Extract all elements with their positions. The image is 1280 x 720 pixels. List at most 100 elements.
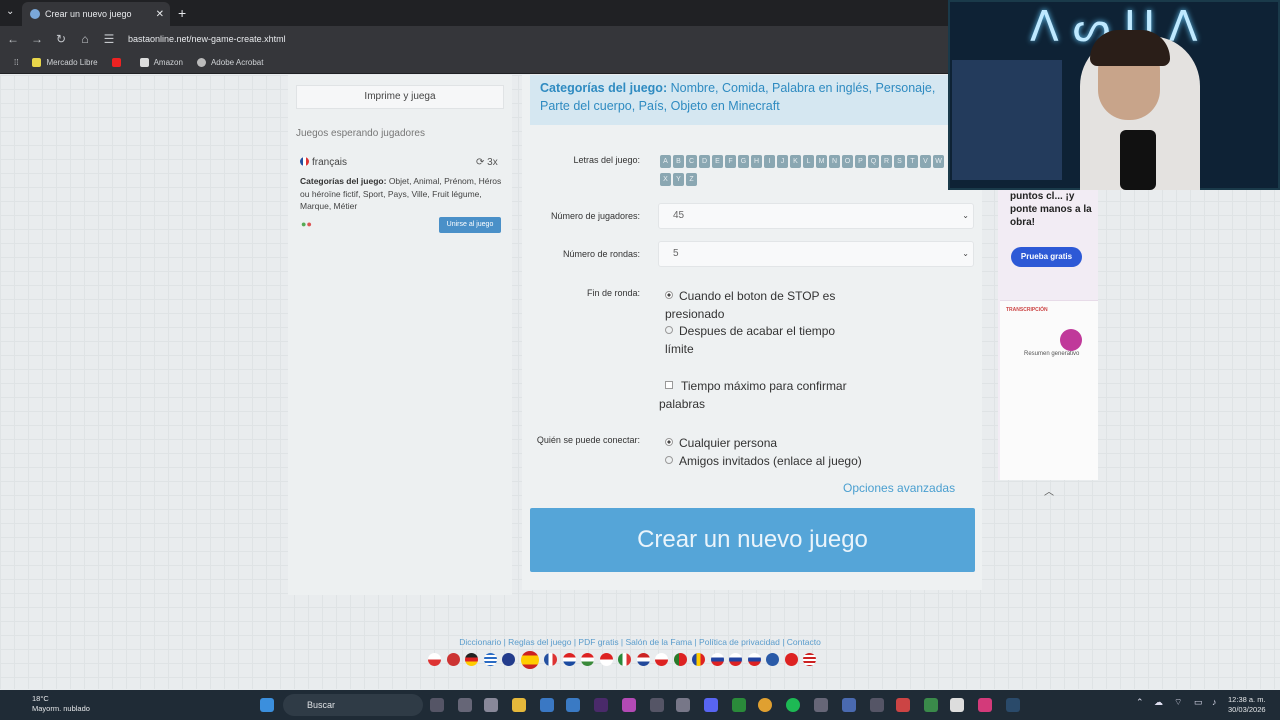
app-icon[interactable] [950,698,964,712]
print-and-play-button[interactable]: Imprime y juega [296,85,504,109]
letter-chip[interactable]: F [725,155,736,168]
letter-chip[interactable]: J [777,155,788,168]
letter-chip[interactable]: L [803,155,814,168]
taskbar-search[interactable]: Buscar [283,694,423,716]
italy-flag-icon[interactable] [618,653,631,666]
volume-icon[interactable]: ♪ [1212,697,1217,707]
steam-icon[interactable] [1006,698,1020,712]
indonesia-flag-icon[interactable] [599,653,613,666]
letter-chip[interactable]: B [673,155,684,168]
join-game-button[interactable]: Unirse al juego [439,217,501,233]
radio-button[interactable] [665,456,673,464]
footer-links[interactable]: Diccionario | Reglas del juego | PDF gra… [420,637,860,647]
app-icon[interactable] [842,698,856,712]
tab-list-chevron-icon[interactable]: ⌄ [6,6,14,17]
germany-flag-icon[interactable] [465,653,478,666]
app-icon[interactable] [650,698,664,712]
usa-flag-icon[interactable] [803,653,816,666]
romania-flag-icon[interactable] [692,653,705,666]
letter-chip[interactable]: K [790,155,801,168]
greece-flag-icon[interactable] [483,653,497,666]
radio-button[interactable] [665,438,673,446]
weather-widget[interactable]: 18°C Mayorm. nublado [12,694,90,714]
browser-tab[interactable]: Crear un nuevo juego ✕ [22,2,170,26]
letter-chip[interactable]: P [855,155,866,168]
youtube-icon[interactable] [111,58,126,67]
apps-grid-icon[interactable]: ⁞⁞ [14,58,18,67]
bookmark-mercado-libre[interactable]: Mercado Libre [32,58,98,67]
bookmark-adobe-acrobat[interactable]: Adobe Acrobat [196,58,263,67]
uk-flag-icon[interactable] [502,653,515,666]
network-icon[interactable]: ☁ [1154,697,1163,708]
windows-start-icon[interactable] [260,698,274,712]
netherlands-flag-icon[interactable] [636,653,650,666]
task-view-icon[interactable] [430,698,444,712]
wifi-icon[interactable]: ⌔ [1174,697,1182,708]
letter-chip[interactable]: Z [686,173,697,186]
checkbox[interactable] [665,381,673,389]
who-option-anyone[interactable]: Cualquier persona [665,434,925,452]
letter-chip[interactable]: C [686,155,697,168]
letter-chip[interactable]: N [829,155,840,168]
letter-chip[interactable]: T [907,155,918,168]
letter-chip[interactable]: Q [868,155,879,168]
next-icon[interactable] [594,698,608,712]
russia-flag-icon[interactable] [710,653,724,666]
letter-chip[interactable]: X [660,173,671,186]
round-end-option-stop[interactable]: Cuando el boton de STOP es presionado [665,287,865,323]
radio-button[interactable] [665,291,673,299]
turkey-flag-icon[interactable] [784,653,798,666]
croatia-flag-icon[interactable] [562,653,576,666]
xbox-icon[interactable] [732,698,746,712]
tiktok-icon[interactable] [978,698,992,712]
forward-icon[interactable]: → [26,32,48,46]
new-tab-button[interactable]: + [178,5,186,21]
notepad-icon[interactable] [566,698,580,712]
letter-chip[interactable]: G [738,155,749,168]
slovenia-flag-icon[interactable] [747,653,761,666]
letter-chip[interactable]: Y [673,173,684,186]
spotify-icon[interactable] [786,698,800,712]
poland-flag-icon[interactable] [655,653,668,666]
letter-chip[interactable]: E [712,155,723,168]
address-bar[interactable]: bastaonline.net/new-game-create.xhtml [128,34,286,44]
radio-button[interactable] [665,326,673,334]
language-flags[interactable] [428,651,822,669]
sweden-flag-icon[interactable] [766,653,779,666]
players-select[interactable]: 45 ⌄ [658,203,974,229]
france-flag-icon[interactable] [544,653,557,666]
portugal-flag-icon[interactable] [673,653,687,666]
denmark-flag-icon[interactable] [446,653,460,666]
letter-chip[interactable]: D [699,155,710,168]
app-icon[interactable] [814,698,828,712]
letter-chip[interactable]: V [920,155,931,168]
bookmark-amazon[interactable]: Amazon [139,58,183,67]
app-icon[interactable] [622,698,636,712]
letter-chip[interactable]: W [933,155,944,168]
file-explorer-icon[interactable] [512,698,526,712]
hungary-flag-icon[interactable] [581,653,594,666]
app-icon[interactable] [870,698,884,712]
display-icon[interactable]: ▭ [1194,697,1203,708]
discord-icon[interactable] [704,698,718,712]
app-icon[interactable] [924,698,938,712]
reload-icon[interactable]: ↻ [50,32,72,46]
slovakia-flag-icon[interactable] [729,653,742,666]
letter-chip[interactable]: H [751,155,762,168]
czech-flag-icon[interactable] [428,653,441,666]
app-icon[interactable] [484,698,498,712]
app-icon[interactable] [896,698,910,712]
rounds-select[interactable]: 5 ⌄ [658,241,974,267]
chevron-up-icon[interactable]: ︿ [1040,483,1058,498]
back-icon[interactable]: ← [2,32,24,46]
app-icon[interactable] [540,698,554,712]
home-icon[interactable]: ⌂ [74,32,96,46]
letter-chip[interactable]: O [842,155,853,168]
spain-flag-icon[interactable] [520,651,539,669]
settings-icon[interactable] [458,698,472,712]
create-game-button[interactable]: Crear un nuevo juego [530,508,975,572]
chrome-icon[interactable] [758,698,772,712]
letter-chip[interactable]: M [816,155,827,168]
tab-close-icon[interactable]: ✕ [156,9,164,20]
site-info-icon[interactable]: ☰ [98,32,120,46]
